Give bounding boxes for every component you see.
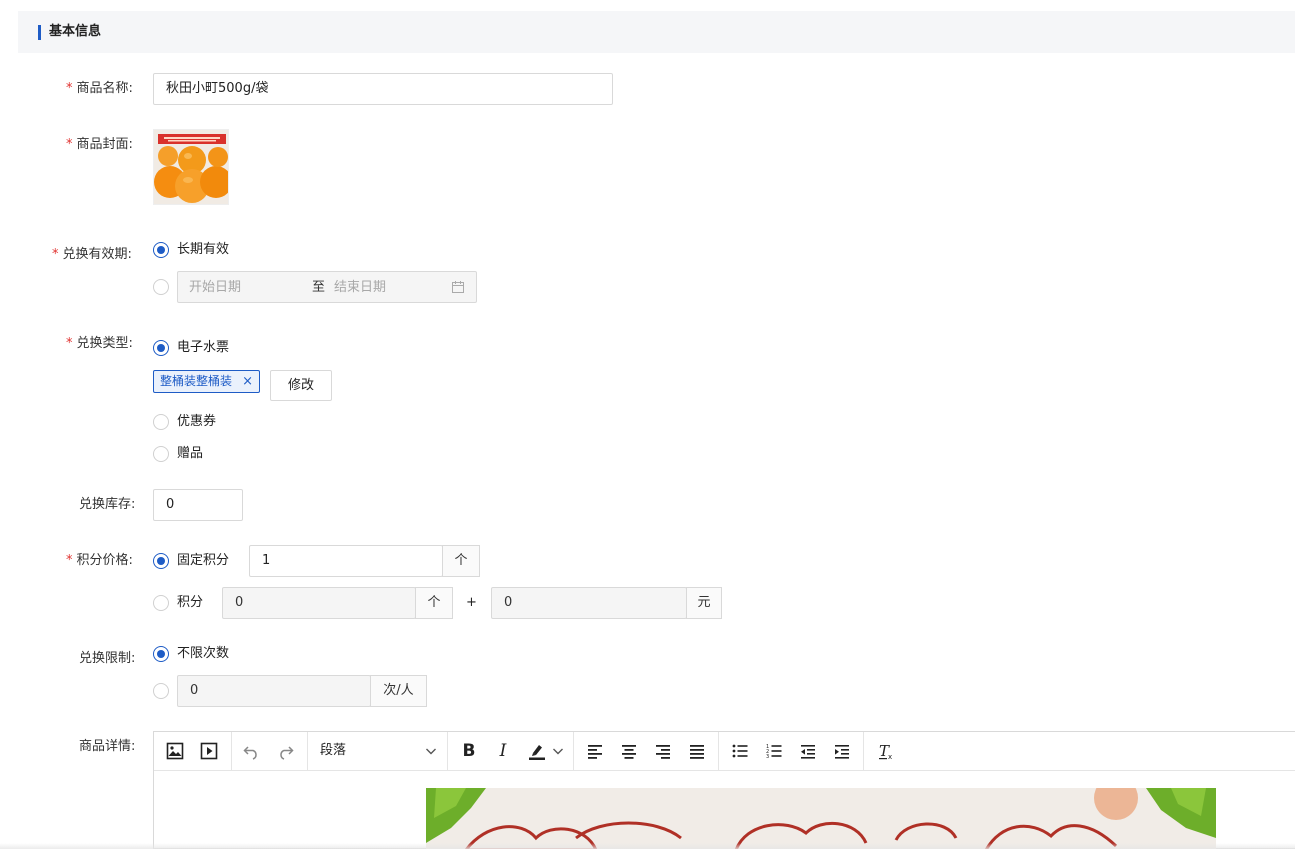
svg-text:3: 3 [766,754,769,760]
ordered-list-icon[interactable]: 123 [761,739,787,763]
price-mixed-radio[interactable] [153,595,169,611]
editor-toolbar: 段落 B I 123 T x [154,732,1295,771]
price-fixed-text: 固定积分 [177,553,230,568]
svg-text:x: x [888,753,892,760]
stock-input[interactable]: 0 [153,489,243,521]
undo-icon[interactable] [238,739,264,763]
align-center-icon[interactable] [616,739,642,763]
bottom-fade [0,843,1295,849]
rich-text-editor: 段落 B I 123 T x [153,731,1295,849]
validity-label: * 兑换有效期: [52,247,132,262]
type-gift-radio[interactable] [153,446,169,462]
name-label: * 商品名称: [66,81,133,96]
section-header: 基本信息 [18,11,1295,53]
price-fixed-radio[interactable] [153,553,169,569]
name-input[interactable]: 秋田小町500g/袋 [153,73,613,105]
section-accent-bar [38,25,41,40]
validity-long-radio[interactable] [153,242,169,258]
paragraph-select[interactable]: 段落 [320,742,346,760]
type-gift-text: 赠品 [177,446,204,461]
tag-text: 整桶装整桶装 [160,374,233,388]
type-coupon-radio[interactable] [153,414,169,430]
detail-banner-image [426,788,1216,849]
selected-product-tag: 整桶装整桶装 × [153,370,260,393]
redo-icon[interactable] [273,739,299,763]
clear-format-icon[interactable]: Tx [873,739,899,763]
limit-unlimited-text: 不限次数 [177,646,230,661]
limit-count-unit: 次/人 [370,675,427,707]
align-left-icon[interactable] [582,739,608,763]
toolbar-divider [718,732,719,770]
limit-unlimited-radio[interactable] [153,646,169,662]
color-dropdown-icon[interactable] [550,739,566,763]
price-label: * 积分价格: [66,553,133,568]
section-title: 基本信息 [49,24,102,39]
mixed-money-unit: 元 [686,587,722,619]
detail-label: 商品详情: [79,739,136,754]
type-label: * 兑换类型: [66,336,133,351]
plus-sign: + [466,595,477,610]
toolbar-divider [573,732,574,770]
type-ticket-text: 电子水票 [177,340,230,355]
end-date-placeholder[interactable]: 结束日期 [334,279,386,297]
toolbar-divider [307,732,308,770]
banner-image-icon [426,788,1216,849]
toolbar-divider [863,732,864,770]
fixed-points-input[interactable]: 1 [249,545,443,577]
validity-long-text: 长期有效 [177,242,230,257]
type-ticket-radio[interactable] [153,340,169,356]
limit-count-radio[interactable] [153,683,169,699]
date-separator: 至 [312,280,326,295]
modify-button[interactable]: 修改 [270,370,332,401]
cover-label: * 商品封面: [66,137,133,152]
mixed-money-input[interactable]: 0 [491,587,687,619]
cover-image[interactable] [153,129,229,205]
insert-image-icon[interactable] [162,739,188,763]
stock-label: 兑换库存: [79,497,136,512]
fixed-points-unit: 个 [442,545,480,577]
mixed-points-input[interactable]: 0 [222,587,416,619]
date-range-picker[interactable]: 开始日期 至 结束日期 [177,271,477,303]
validity-range-radio[interactable] [153,279,169,295]
start-date-placeholder[interactable]: 开始日期 [189,279,241,297]
insert-video-icon[interactable] [196,739,222,763]
toolbar-divider [447,732,448,770]
bold-icon[interactable]: B [456,739,482,763]
type-coupon-text: 优惠券 [177,414,217,429]
calendar-icon [451,280,465,298]
bullet-list-icon[interactable] [727,739,753,763]
limit-label: 兑换限制: [79,651,136,666]
indent-icon[interactable] [829,739,855,763]
align-justify-icon[interactable] [684,739,710,763]
tag-close-icon[interactable]: × [242,371,253,392]
align-right-icon[interactable] [650,739,676,763]
italic-icon[interactable]: I [490,739,516,763]
limit-count-input[interactable]: 0 [177,675,371,707]
chevron-down-icon[interactable] [418,739,444,763]
outdent-icon[interactable] [795,739,821,763]
toolbar-divider [231,732,232,770]
mixed-points-unit: 个 [415,587,453,619]
highlight-color-icon[interactable] [524,739,550,763]
oranges-image-icon [154,130,228,204]
price-mixed-text: 积分 [177,595,204,610]
